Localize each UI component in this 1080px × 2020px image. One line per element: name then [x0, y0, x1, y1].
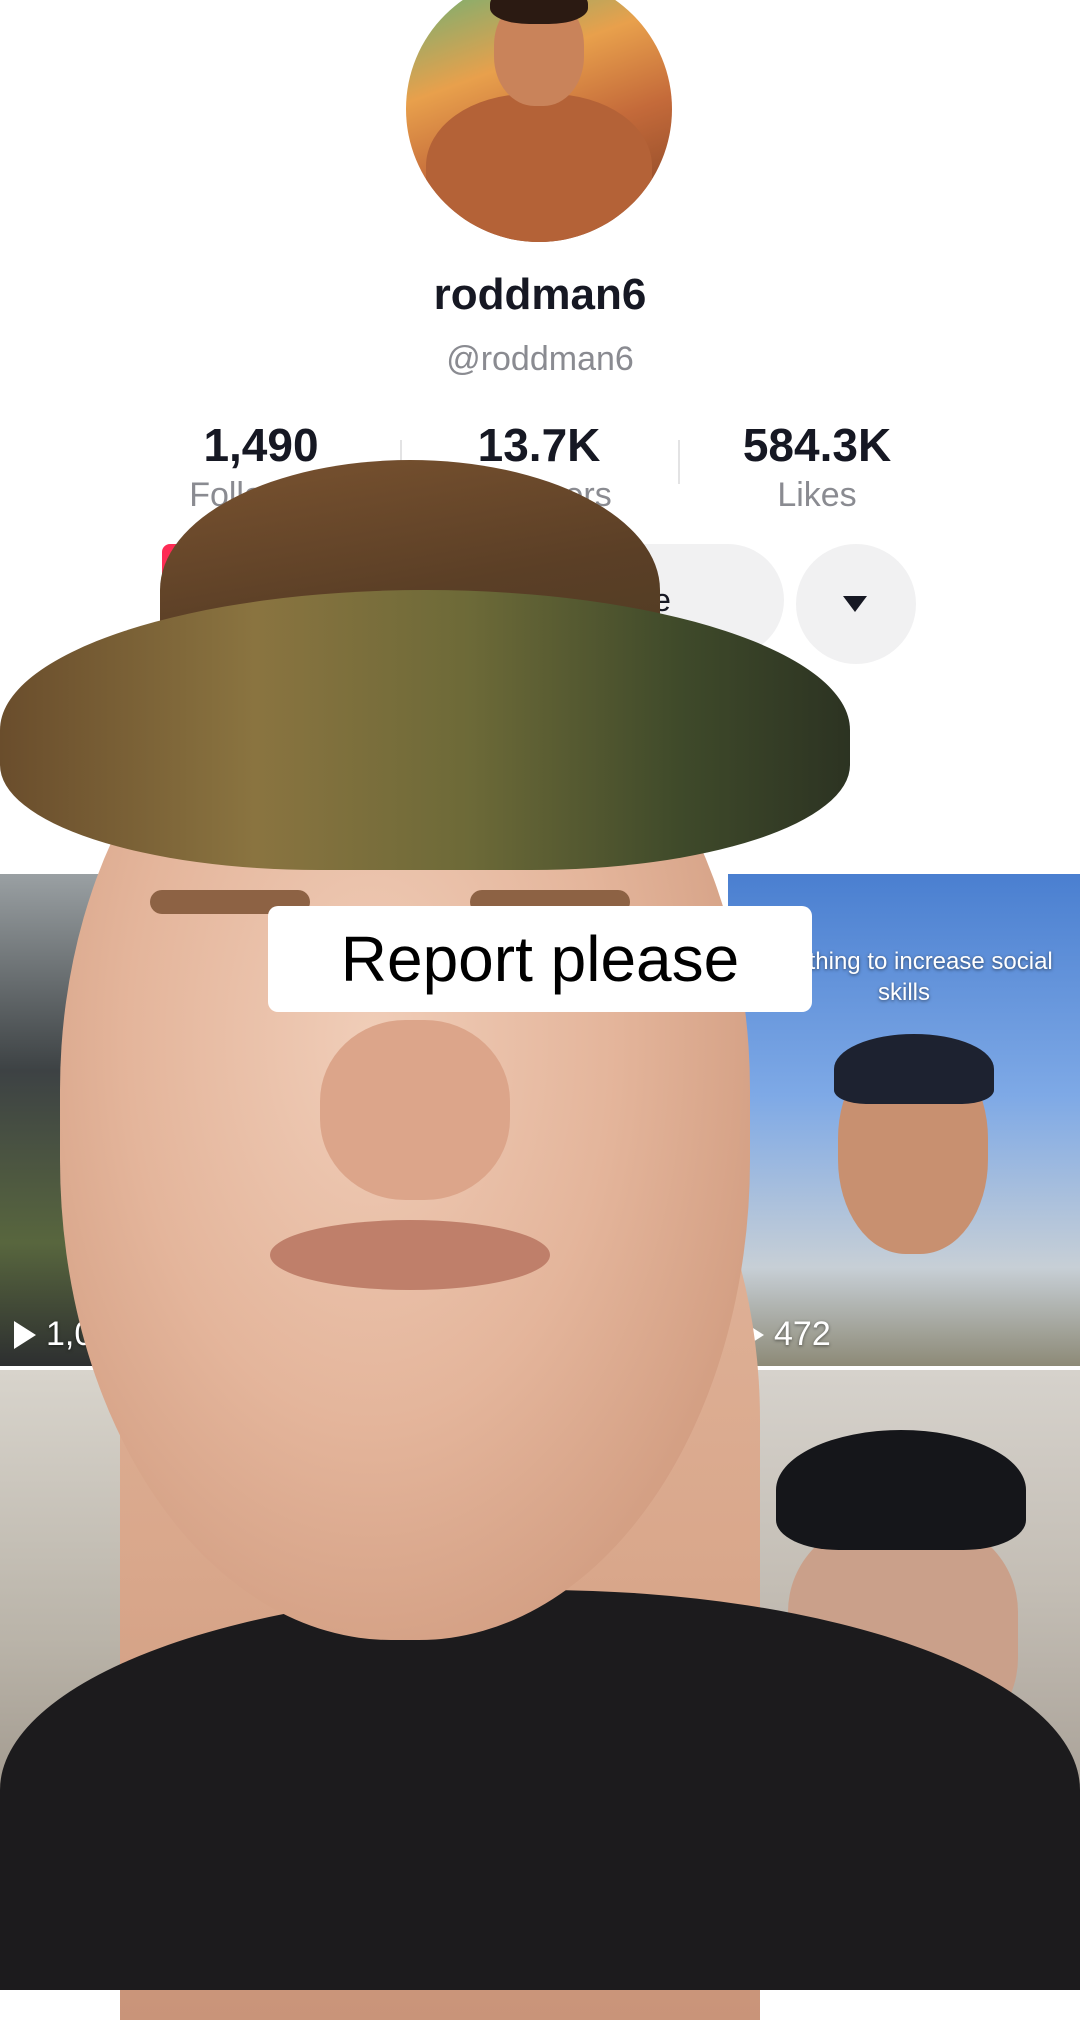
profile-avatar[interactable] — [406, 0, 672, 242]
profile-handle: @roddman6 — [446, 340, 634, 378]
overlay-hat-brim — [0, 590, 850, 870]
video-caption: Report please — [268, 906, 812, 1012]
overlay-lips — [270, 1220, 550, 1290]
overlay-shirt — [0, 1590, 1080, 1990]
creator-overlay-video — [0, 460, 1080, 2020]
overlay-nose — [320, 1020, 510, 1200]
avatar-body — [426, 94, 652, 242]
avatar-hair — [490, 0, 588, 24]
profile-username: roddman6 — [433, 270, 647, 319]
